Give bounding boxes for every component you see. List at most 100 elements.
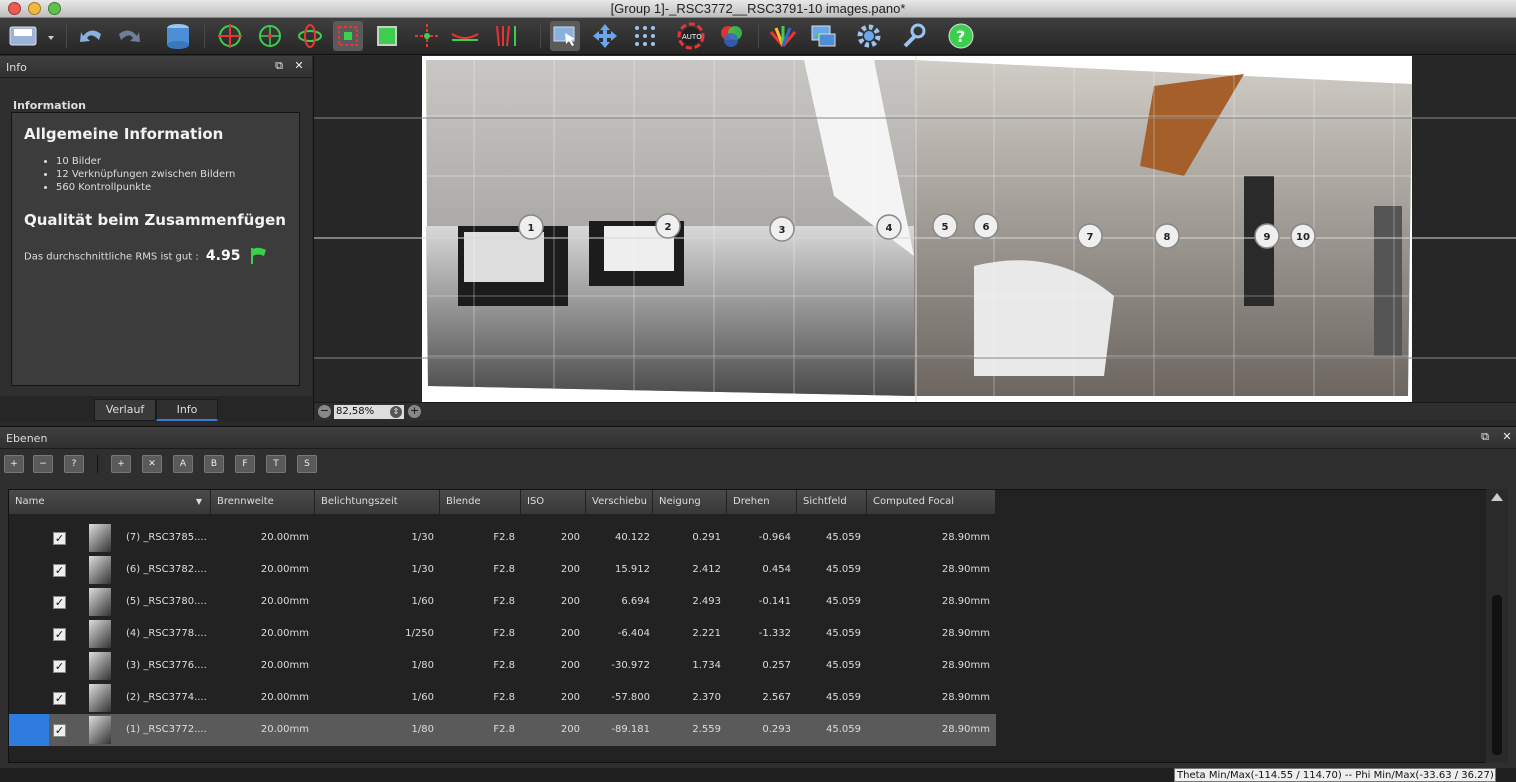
crop-icon[interactable] (333, 21, 363, 51)
table-row[interactable]: ✓ (2) _RSC3774.... 20.00mm 1/60 F2.8 200 -57.8… (9, 682, 996, 714)
image-marker[interactable]: 6 (973, 213, 999, 239)
row-drehen: 0.257 (762, 660, 791, 671)
image-marker[interactable]: 2 (655, 213, 681, 239)
panorama-canvas[interactable]: 1 2 3 4 5 6 7 8 9 10 (314, 56, 1516, 402)
layer-s-icon[interactable]: S (297, 455, 317, 473)
close-icon[interactable]: ✕ (292, 59, 306, 73)
image-marker[interactable]: 1 (518, 214, 544, 240)
row-name: (1) _RSC3772.... (126, 724, 206, 735)
row-neigung: 2.370 (692, 692, 721, 703)
row-verschiebung: 40.122 (615, 532, 650, 543)
delete-group-icon[interactable]: ✕ (142, 455, 162, 473)
move-arrows-icon[interactable] (590, 21, 620, 51)
svg-text:2: 2 (665, 222, 672, 233)
settings-gear-icon[interactable] (854, 21, 884, 51)
list-item: 560 Kontrollpunkte (56, 181, 235, 194)
tab-verlauf[interactable]: Verlauf (94, 399, 156, 421)
frame-icon[interactable] (372, 21, 402, 51)
edit-image-icon[interactable]: ? (64, 455, 84, 473)
layer-f-icon[interactable]: F (235, 455, 255, 473)
column-header-blende[interactable]: Blende (440, 490, 521, 514)
vertical-scrollbar[interactable] (1486, 489, 1508, 763)
row-belichtungszeit: 1/80 (411, 660, 434, 671)
table-row[interactable]: ✓ (6) _RSC3782.... 20.00mm 1/30 F2.8 200 15.91… (9, 554, 996, 586)
rgb-icon[interactable] (716, 21, 746, 51)
visibility-checkbox[interactable]: ✓ (53, 564, 66, 577)
help-icon[interactable]: ? (946, 21, 976, 51)
vertical-lines-icon[interactable] (490, 21, 520, 51)
table-row[interactable]: ✓ (3) _RSC3776.... 20.00mm 1/80 F2.8 200 -30.9… (9, 650, 996, 682)
image-marker[interactable]: 4 (876, 214, 902, 240)
column-header-name[interactable]: Name ▼ (9, 490, 211, 514)
layer-b-icon[interactable]: B (204, 455, 224, 473)
database-icon[interactable] (158, 21, 198, 51)
column-header-brennweite[interactable]: Brennweite (211, 490, 315, 514)
column-header-computed-focal[interactable]: Computed Focal (867, 490, 996, 514)
row-verschiebung: -57.800 (611, 692, 650, 703)
add-image-icon[interactable]: + (4, 455, 24, 473)
shelf-right (1374, 206, 1402, 356)
remove-image-icon[interactable]: − (33, 455, 53, 473)
image-marker[interactable]: 5 (932, 213, 958, 239)
table-row[interactable]: ✓ (7) _RSC3785.... 20.00mm 1/30 F2.8 200 40.12… (9, 522, 996, 554)
column-header-neigung[interactable]: Neigung (653, 490, 727, 514)
panorama-preview[interactable]: 1 2 3 4 5 6 7 8 9 10 − 82,58% ⇕ + (313, 56, 1516, 420)
row-verschiebung: -89.181 (611, 724, 650, 735)
table-row[interactable]: ✓ (5) _RSC3780.... 20.00mm 1/60 F2.8 200 6.694… (9, 586, 996, 618)
rotate-icon[interactable] (295, 21, 325, 51)
image-marker[interactable]: 3 (769, 216, 795, 242)
close-icon[interactable]: ✕ (1500, 430, 1514, 444)
wrench-icon[interactable] (898, 21, 928, 51)
column-header-iso[interactable]: ISO (521, 490, 586, 514)
general-info-heading: Allgemeine Information (24, 125, 224, 143)
float-panel-icon[interactable]: ⧉ (272, 59, 286, 73)
column-header-belichtungszeit[interactable]: Belichtungszeit (315, 490, 440, 514)
image-marker[interactable]: 10 (1290, 223, 1316, 249)
image-marker[interactable]: 7 (1077, 223, 1103, 249)
redo-icon[interactable] (114, 21, 144, 51)
layer-t-icon[interactable]: T (266, 455, 286, 473)
tab-info[interactable]: Info (156, 399, 218, 421)
row-computed-focal: 28.90mm (941, 564, 990, 575)
undo-icon[interactable] (76, 21, 106, 51)
column-header-drehen[interactable]: Drehen (727, 490, 797, 514)
image-thumbnail (89, 556, 111, 584)
visibility-checkbox[interactable]: ✓ (53, 596, 66, 609)
color-fan-icon[interactable] (768, 21, 798, 51)
target-icon[interactable] (215, 21, 245, 51)
row-name: (6) _RSC3782.... (126, 564, 206, 575)
visibility-checkbox[interactable]: ✓ (53, 628, 66, 641)
image-marker[interactable]: 8 (1154, 223, 1180, 249)
layer-a-icon[interactable]: A (173, 455, 193, 473)
zoom-out-icon[interactable]: − (318, 405, 331, 418)
image-marker[interactable]: 9 (1254, 223, 1280, 249)
visibility-checkbox[interactable]: ✓ (53, 724, 66, 737)
control-points-icon[interactable] (630, 21, 660, 51)
auto-color-icon[interactable]: AUTO (674, 21, 710, 51)
center-icon[interactable] (412, 21, 442, 51)
svg-text:AUTO: AUTO (682, 33, 702, 41)
row-verschiebung: 15.912 (615, 564, 650, 575)
column-header-sichtfeld[interactable]: Sichtfeld (797, 490, 867, 514)
image-thumbnail (89, 684, 111, 712)
svg-text:8: 8 (1164, 232, 1171, 243)
float-panel-icon[interactable]: ⧉ (1478, 430, 1492, 444)
select-cursor-icon[interactable] (550, 21, 580, 51)
visibility-checkbox[interactable]: ✓ (53, 660, 66, 673)
table-row[interactable]: ✓ (4) _RSC3778.... 20.00mm 1/250 F2.8 200 -6.4… (9, 618, 996, 650)
visibility-checkbox[interactable]: ✓ (53, 532, 66, 545)
layers-panel: Ebenen ⧉ ✕ + − ? + ✕ A B F T S Name ▼ Bre… (0, 426, 1516, 768)
visibility-checkbox[interactable]: ✓ (53, 692, 66, 705)
crosshair-icon[interactable] (255, 21, 285, 51)
add-group-icon[interactable]: + (111, 455, 131, 473)
row-belichtungszeit: 1/30 (411, 564, 434, 575)
sort-chevron-down-icon[interactable]: ▼ (196, 490, 202, 514)
table-row[interactable]: ✓ (1) _RSC3772.... 20.00mm 1/80 F2.8 200 -89.1… (9, 714, 996, 746)
image-export-icon[interactable] (808, 21, 838, 51)
svg-text:5: 5 (942, 222, 949, 233)
zoom-in-icon[interactable]: + (408, 405, 421, 418)
save-dropdown-icon[interactable] (6, 21, 58, 51)
column-header-verschiebung[interactable]: Verschiebu (586, 490, 653, 514)
horizon-icon[interactable] (450, 21, 480, 51)
zoom-stepper-icon[interactable]: ⇕ (390, 406, 402, 418)
